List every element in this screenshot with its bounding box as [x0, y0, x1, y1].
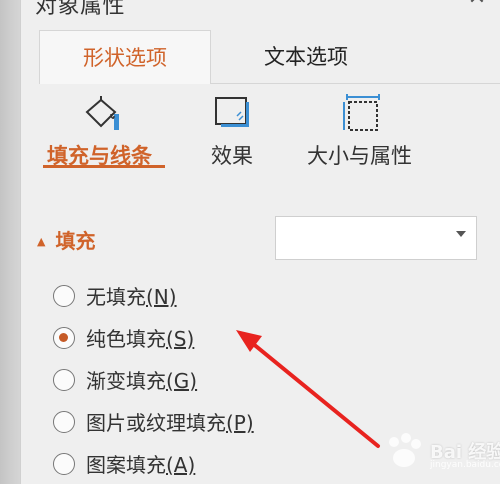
collapse-triangle-icon: ▲	[37, 235, 46, 248]
fill-bucket-icon	[81, 94, 125, 138]
option-picture-texture-fill-label: 图片或纹理填充(P)	[86, 411, 254, 435]
panel-title: 对象属性	[35, 0, 126, 19]
effects-icon	[213, 94, 257, 138]
title-dropdown-icon[interactable]: ˅	[147, 0, 154, 6]
subtab-size-and-properties-label: 大小与属性	[307, 144, 412, 168]
paw-logo-icon	[389, 433, 421, 467]
chevron-down-icon	[456, 231, 466, 237]
fill-section-heading[interactable]: ▲ 填充	[37, 226, 95, 256]
radio-gradient-fill[interactable]	[53, 369, 75, 391]
radio-pattern-fill[interactable]	[53, 453, 75, 475]
radio-picture-texture-fill[interactable]	[53, 411, 75, 433]
tabs-divider	[211, 83, 500, 84]
radio-no-fill[interactable]	[53, 285, 75, 307]
option-pattern-fill-label: 图案填充(A)	[86, 453, 196, 477]
close-button[interactable]: ✕	[465, 0, 489, 10]
option-gradient-fill-label: 渐变填充(G)	[86, 369, 198, 393]
watermark-url: jingyan.baidu.com	[430, 460, 500, 470]
screenshot-frame: 对象属性 ˅ ✕ 形状选项 文本选项 填充与线条	[0, 0, 500, 484]
options-tabs: 形状选项 文本选项	[39, 30, 500, 84]
fill-dropdown[interactable]	[275, 216, 477, 260]
size-properties-icon	[341, 94, 385, 138]
tab-shape-options[interactable]: 形状选项	[39, 30, 211, 84]
subtab-effects[interactable]: 效果	[207, 90, 277, 176]
baidu-watermark: Bai 经验 jingyan.baidu.com	[382, 430, 500, 474]
background-strip	[0, 0, 20, 484]
object-properties-panel: 对象属性 ˅ ✕ 形状选项 文本选项 填充与线条	[20, 0, 500, 484]
active-subtab-indicator	[43, 165, 165, 168]
option-no-fill-label: 无填充(N)	[86, 285, 177, 309]
radio-solid-fill[interactable]	[53, 327, 75, 349]
fill-heading-label: 填充	[55, 229, 96, 253]
option-solid-fill-label: 纯色填充(S)	[86, 327, 195, 351]
subtab-effects-label: 效果	[211, 144, 253, 168]
subtab-fill-and-line[interactable]: 填充与线条	[43, 90, 173, 176]
subtab-size-and-properties[interactable]: 大小与属性	[307, 90, 427, 176]
tab-text-options[interactable]: 文本选项	[211, 30, 401, 84]
